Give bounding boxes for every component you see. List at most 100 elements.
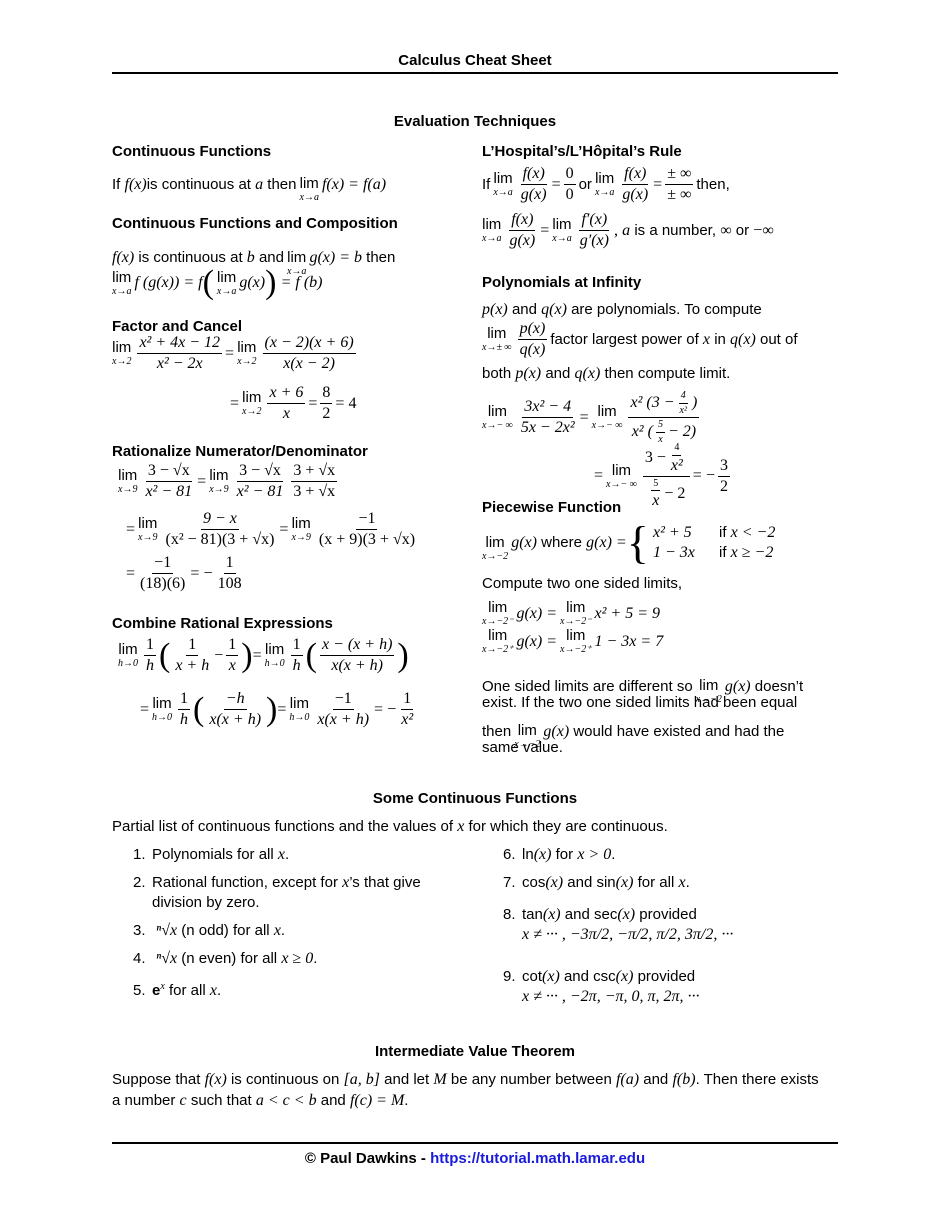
- polynomials-text2: lim x→± ∞ p(x) q(x) factor largest power o…: [482, 320, 798, 360]
- paren-right: ): [241, 636, 253, 674]
- limit-operator: lim x→a: [216, 268, 237, 297]
- limit-operator: lim x→± ∞: [482, 325, 512, 354]
- equals: =: [279, 520, 289, 538]
- paren-right: ): [397, 636, 409, 674]
- equals: =: [551, 175, 561, 193]
- limit-operator: lim x→−2: [482, 533, 509, 562]
- fraction: f(x) g(x): [622, 165, 649, 204]
- math: p(x): [515, 365, 542, 382]
- text: and: [511, 301, 537, 318]
- ivt-line2: a number c such that a < c < b and f(c) …: [112, 1091, 408, 1111]
- math: x: [702, 330, 711, 348]
- math: g(x): [511, 534, 537, 551]
- fraction: 32: [718, 456, 731, 495]
- list-item: 5. ex for all x.: [133, 981, 222, 999]
- footer: © Paul Dawkins - https://tutorial.math.l…: [0, 1150, 950, 1167]
- list-item: 4. ⁿ√x (n even) for all x ≥ 0.: [133, 950, 318, 967]
- text: Partial list of continuous functions and…: [112, 818, 454, 835]
- equals: =: [140, 700, 150, 718]
- fraction: x² + 4x − 12 x² − 2x: [137, 334, 223, 373]
- limit-operator: lim x→a: [552, 216, 572, 245]
- limit-operator: lim x→− ∞: [591, 403, 623, 431]
- text: be any number between: [446, 1071, 616, 1088]
- fraction: 1x: [226, 636, 239, 675]
- composition-formula: lim x→a f (g(x)) = f ( lim x→a g(x) ) = f …: [112, 266, 323, 300]
- minus: −: [203, 564, 213, 582]
- fraction: 3x² − 4 5x − 2x²: [520, 397, 575, 436]
- text: then,: [696, 175, 730, 193]
- math: [a, b]: [343, 1071, 380, 1088]
- text: in: [714, 330, 726, 348]
- rationalize-line1: lim x→9 3 − √x x² − 81 = lim x→9 3 − √x x² −…: [118, 462, 340, 502]
- paren-left: (: [202, 264, 214, 301]
- list-item: 2. Rational function, except for x’s that…: [133, 874, 421, 911]
- limit-operator: lim x→− ∞: [606, 461, 637, 490]
- minus: −: [387, 700, 397, 718]
- limit-operator: lim x→a: [482, 216, 502, 245]
- brace-icon: {: [626, 517, 649, 568]
- text: and: [545, 365, 571, 382]
- subsection-lhospital: L’Hospital’s/L’Hôpital’s Rule: [482, 143, 682, 160]
- text: or: [578, 175, 592, 193]
- equals: =: [225, 344, 235, 362]
- math: g(x) =: [586, 534, 627, 551]
- subsection-factor-cancel: Factor and Cancel: [112, 318, 243, 335]
- text: then: [267, 175, 297, 193]
- fraction: f(x) g(x): [509, 211, 536, 250]
- equals: =: [692, 467, 702, 485]
- math: 1 − 3x = 7: [594, 632, 664, 650]
- math: x: [457, 818, 465, 835]
- text: for which they are continuous.: [468, 818, 668, 835]
- text: where: [541, 534, 582, 551]
- math: f(a): [615, 1071, 640, 1088]
- piecewise-conclusion-4: same value.: [482, 739, 563, 756]
- limit-operator: lim x→2: [237, 339, 257, 368]
- list-item: 8. tan(x) and sec(x) provided x ≠ ··· , −…: [503, 906, 734, 943]
- paren-right: ): [265, 264, 277, 301]
- math: a < c < b: [255, 1092, 317, 1109]
- fraction: x + 6x: [267, 384, 306, 423]
- limit-operator: lim x→−2⁺: [482, 627, 514, 655]
- polynomials-text3: both p(x) and q(x) then compute limit.: [482, 364, 730, 384]
- limit-operator: lim x→−2⁻: [560, 599, 592, 627]
- text: is continuous on: [226, 1071, 344, 1088]
- factor-cancel-line1: lim x→2 x² + 4x − 12 x² − 2x = lim x→2 (x −…: [112, 334, 359, 374]
- footer-link[interactable]: https://tutorial.math.lamar.edu: [430, 1150, 645, 1167]
- math: f(b): [672, 1071, 696, 1088]
- rationalize-line2: = lim x→9 9 − x (x² − 81)(3 + √x) = lim x→9…: [126, 510, 420, 550]
- limit-operator: lim x→9: [138, 515, 158, 544]
- text: would have existed and had the: [573, 722, 785, 740]
- limit-operator: lim x→a: [112, 268, 132, 297]
- limit-operator: lim h→0: [264, 641, 285, 670]
- equals: =: [230, 394, 240, 412]
- limit-operator: lim x→2: [112, 339, 132, 368]
- math: ∞: [720, 221, 732, 239]
- math: f(c) = M: [349, 1092, 405, 1109]
- page-title: Calculus Cheat Sheet: [398, 52, 552, 69]
- subsection-composition: Continuous Functions and Composition: [112, 215, 398, 232]
- list-item: 9. cot(x) and csc(x) provided x ≠ ··· , −…: [503, 968, 700, 1005]
- polynomials-example-line1: lim x→− ∞ 3x² − 4 5x − 2x² = lim x→− ∞ x² (…: [482, 390, 702, 445]
- fraction: 3 − √x x² − 81: [236, 462, 284, 501]
- fraction: f(x) g(x): [520, 165, 547, 204]
- math: q(x): [541, 301, 567, 318]
- text: then compute limit.: [604, 365, 731, 382]
- equals: =: [197, 472, 207, 490]
- fraction: 00: [563, 165, 576, 204]
- paren-left: (: [305, 636, 317, 674]
- footer-rule: [112, 1142, 838, 1144]
- polynomials-text1: p(x) and q(x) are polynomials. To comput…: [482, 300, 762, 320]
- math: p(x): [482, 301, 508, 318]
- fraction: x − (x + h) x(x + h): [319, 636, 395, 675]
- copyright-text: © Paul Dawkins -: [304, 1150, 431, 1167]
- limit-operator: lim x→2: [242, 389, 262, 418]
- text: is a number,: [634, 221, 717, 239]
- equals: =: [126, 520, 136, 538]
- limit-operator: lim h→0: [152, 695, 173, 724]
- math: q(x): [574, 365, 601, 382]
- limit-operator: lim h→0: [289, 695, 310, 724]
- text: is continuous at: [146, 175, 251, 193]
- text: are polynomials. To compute: [571, 301, 762, 318]
- combine-line2: = lim h→0 1h ( −h x(x + h) ) = lim h→0 −1 x(…: [140, 690, 418, 730]
- math: M: [433, 1071, 447, 1088]
